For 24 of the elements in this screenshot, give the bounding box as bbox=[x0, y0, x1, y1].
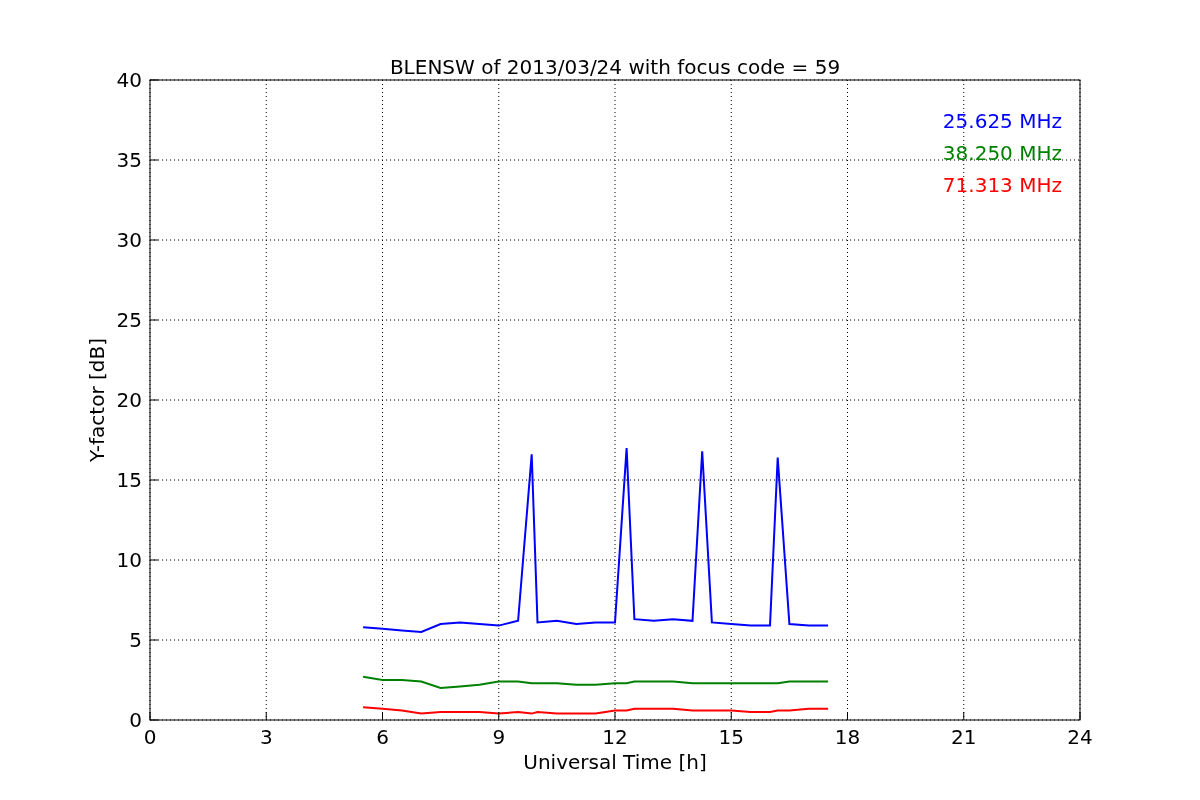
x-tick-label: 3 bbox=[259, 725, 273, 749]
y-axis-label: Y-factor [dB] bbox=[85, 338, 109, 462]
y-tick-label: 40 bbox=[116, 68, 142, 92]
legend-label: 38.250 MHz bbox=[942, 141, 1062, 165]
x-tick-label: 9 bbox=[492, 725, 506, 749]
x-tick-label: 0 bbox=[143, 725, 157, 749]
x-tick-label: 24 bbox=[1067, 725, 1093, 749]
legend-label: 71.313 MHz bbox=[942, 173, 1062, 197]
x-tick-label: 15 bbox=[718, 725, 744, 749]
y-tick-label: 20 bbox=[116, 388, 142, 412]
x-tick-label: 18 bbox=[834, 725, 861, 749]
x-tick-label: 21 bbox=[951, 725, 977, 749]
y-tick-label: 30 bbox=[116, 228, 142, 252]
chart-title: BLENSW of 2013/03/24 with focus code = 59 bbox=[389, 55, 841, 79]
x-tick-label: 6 bbox=[376, 725, 389, 749]
x-axis-label: Universal Time [h] bbox=[523, 750, 707, 774]
y-tick-label: 10 bbox=[116, 548, 142, 572]
y-tick-label: 35 bbox=[116, 148, 142, 172]
y-tick-label: 15 bbox=[116, 468, 142, 492]
legend-label: 25.625 MHz bbox=[942, 109, 1062, 133]
y-tick-label: 0 bbox=[129, 708, 142, 732]
y-tick-label: 5 bbox=[129, 628, 142, 652]
x-tick-label: 12 bbox=[602, 725, 628, 749]
y-tick-label: 25 bbox=[116, 308, 142, 332]
